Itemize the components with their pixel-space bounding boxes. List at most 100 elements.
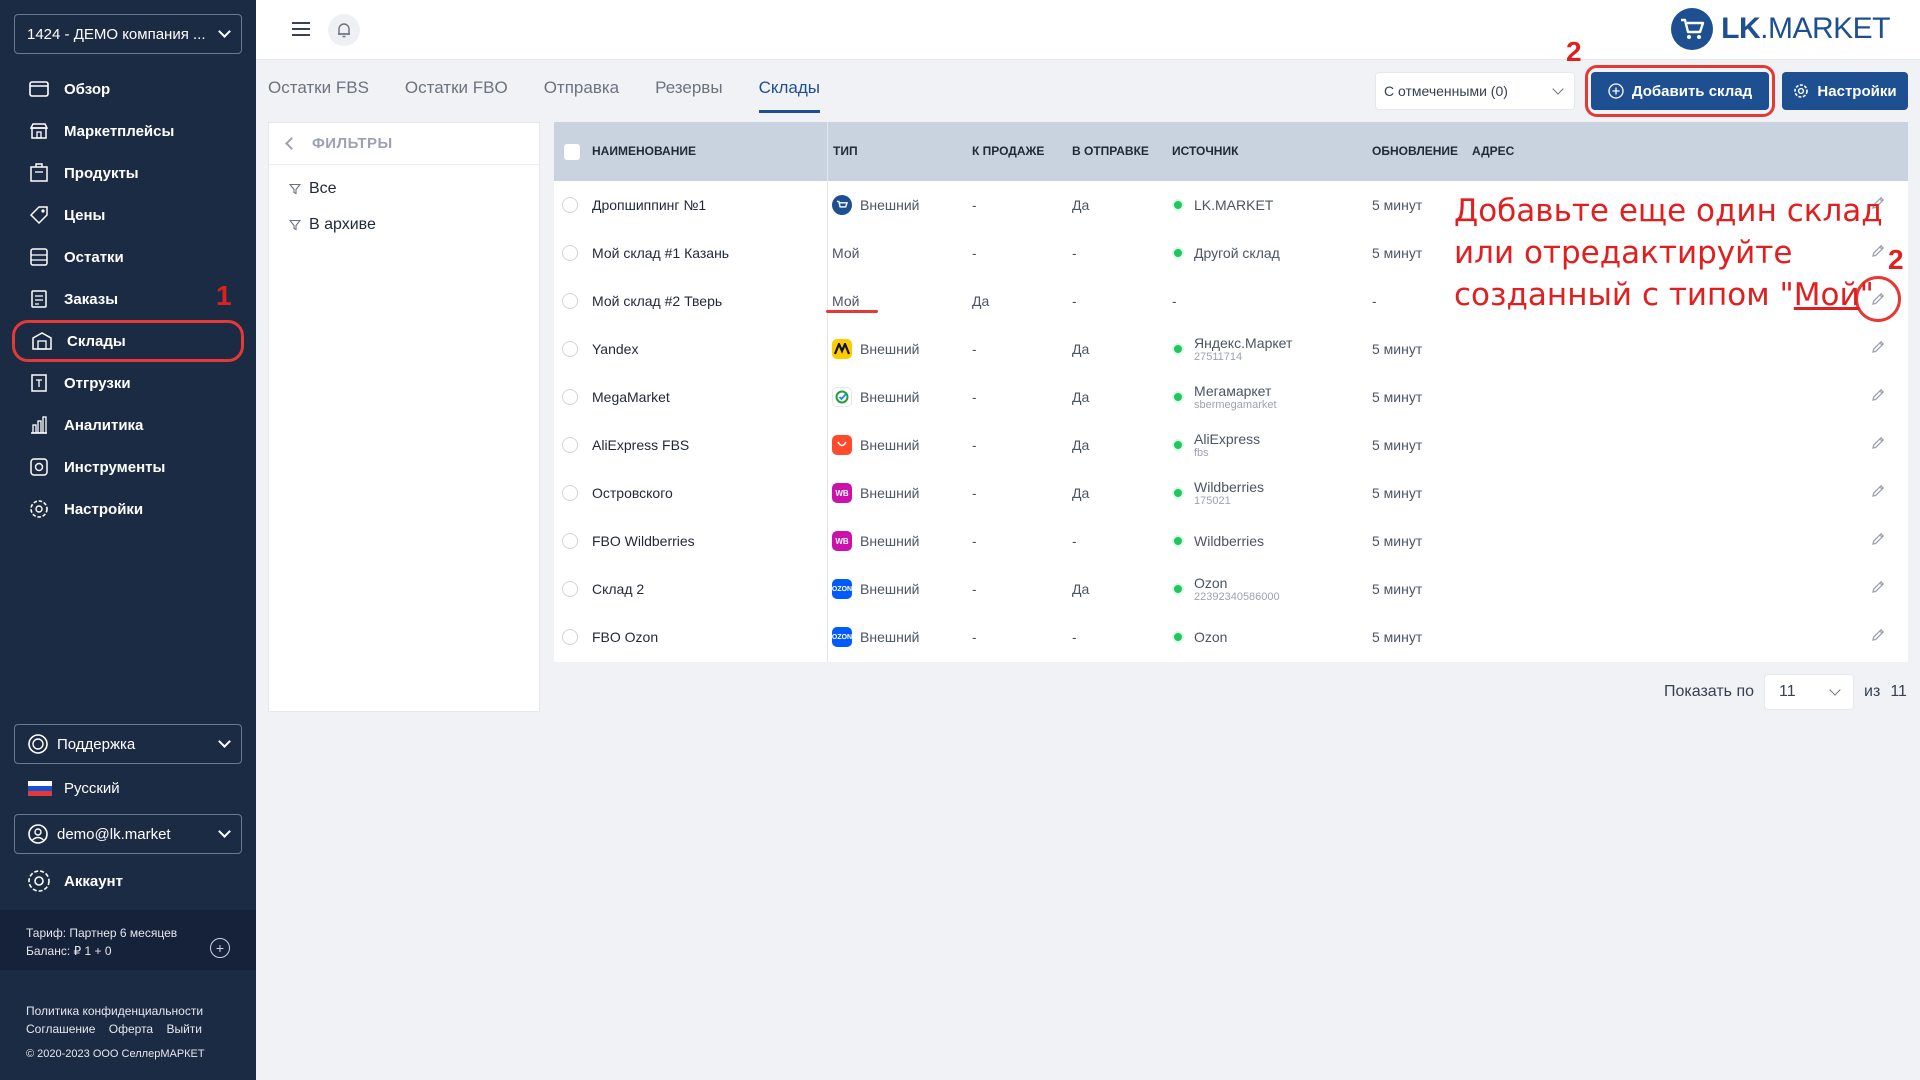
sidebar-item-overview[interactable]: Обзор	[12, 68, 244, 110]
update-interval: 5 минут	[1372, 437, 1423, 453]
row-checkbox[interactable]	[562, 533, 578, 549]
header-address[interactable]: АДРЕС	[1472, 144, 1514, 158]
plus-icon[interactable]: +	[210, 938, 230, 958]
edit-pencil-icon[interactable]	[1870, 339, 1886, 355]
row-checkbox[interactable]	[562, 197, 578, 213]
header-for-sale[interactable]: К ПРОДАЖЕ	[972, 144, 1044, 158]
row-checkbox[interactable]	[562, 437, 578, 453]
row-checkbox[interactable]	[562, 341, 578, 357]
sidebar-item-prices[interactable]: Цены	[12, 194, 244, 236]
status-dot-icon	[1172, 631, 1184, 643]
select-all-checkbox[interactable]	[564, 144, 580, 160]
offer-link[interactable]: Оферта	[109, 1022, 153, 1036]
annotation-line-3-suffix: "	[1859, 277, 1874, 313]
sidebar-item-warehouse[interactable]: Склады	[12, 320, 244, 362]
table-row[interactable]: AliExpress FBS Внешний - Да AliExpress fbs 5 м…	[554, 421, 1908, 469]
per-page-select[interactable]: 11	[1764, 674, 1855, 710]
row-checkbox[interactable]	[562, 389, 578, 405]
header-type[interactable]: ТИП	[833, 144, 858, 158]
logout-link[interactable]: Выйти	[166, 1022, 202, 1036]
overview-icon	[26, 77, 52, 101]
edit-pencil-icon[interactable]	[1870, 531, 1886, 547]
tab-0[interactable]: Остатки FBS	[268, 78, 369, 113]
edit-pencil-icon[interactable]	[1870, 435, 1886, 451]
show-per-page-label: Показать по	[1664, 683, 1755, 700]
warehouse-name[interactable]: Yandex	[592, 341, 638, 357]
sidebar-item-orders[interactable]: Заказы	[12, 278, 244, 320]
header-name[interactable]: НАИМЕНОВАНИЕ	[592, 144, 696, 158]
header-update[interactable]: ОБНОВЛЕНИЕ	[1372, 144, 1458, 158]
filter-all[interactable]: Все	[269, 171, 539, 207]
warehouse-name[interactable]: AliExpress FBS	[592, 437, 689, 453]
warehouse-name[interactable]: Дропшиппинг №1	[592, 197, 706, 213]
sidebar-item-label: Заказы	[64, 290, 119, 308]
table-row[interactable]: FBO Wildberries WB Внешний - - Wildberries 5 м…	[554, 517, 1908, 565]
sidebar-item-label: Инструменты	[64, 458, 166, 476]
source-name: AliExpress	[1194, 431, 1261, 447]
balance-text: Баланс: ₽ 1 + 0	[26, 944, 112, 958]
edit-pencil-icon[interactable]	[1870, 579, 1886, 595]
edit-pencil-icon[interactable]	[1870, 387, 1886, 403]
tab-2[interactable]: Отправка	[544, 78, 619, 113]
in-shipment-value: -	[1072, 629, 1077, 645]
table-row[interactable]: Островского WB Внешний - Да Wildberries 175021…	[554, 469, 1908, 517]
annotation-line-2: или отредактируйте	[1454, 235, 1793, 271]
sidebar-item-products[interactable]: Продукты	[12, 152, 244, 194]
tab-1[interactable]: Остатки FBO	[405, 78, 508, 113]
user-icon	[27, 823, 49, 845]
edit-pencil-icon[interactable]	[1870, 483, 1886, 499]
warehouse-name[interactable]: Склад 2	[592, 581, 644, 597]
warehouse-type: Внешний	[860, 389, 920, 405]
orders-icon	[26, 287, 52, 311]
table-row[interactable]: Склад 2 OZON Внешний - Да Ozon 22392340586000 5…	[554, 565, 1908, 613]
chevron-down-icon	[218, 735, 231, 748]
warehouse-name[interactable]: Островского	[592, 485, 673, 501]
sidebar-item-analytics[interactable]: Аналитика	[12, 404, 244, 446]
chevron-left-icon[interactable]	[285, 137, 298, 150]
row-checkbox[interactable]	[562, 485, 578, 501]
row-checkbox[interactable]	[562, 245, 578, 261]
agreement-link[interactable]: Соглашение	[26, 1022, 95, 1036]
filter-archive[interactable]: В архиве	[269, 207, 539, 243]
row-checkbox[interactable]	[562, 581, 578, 597]
table-row[interactable]: Yandex Внешний - Да Яндекс.Маркет 27511714 5 м…	[554, 325, 1908, 373]
bell-icon[interactable]	[328, 14, 360, 46]
bulk-action-select[interactable]: С отмеченными (0)	[1375, 72, 1575, 110]
sidebar-item-tools[interactable]: Инструменты	[12, 446, 244, 488]
update-interval: 5 минут	[1372, 629, 1423, 645]
tab-3[interactable]: Резервы	[655, 78, 722, 113]
warehouse-name[interactable]: Мой склад #2 Тверь	[592, 293, 722, 309]
support-select[interactable]: Поддержка	[14, 724, 242, 764]
add-warehouse-button[interactable]: Добавить склад	[1591, 72, 1769, 110]
warehouse-name[interactable]: MegaMarket	[592, 389, 670, 405]
for-sale-value: -	[972, 437, 977, 453]
company-select[interactable]: 1424 - ДЕМО компания ...	[14, 14, 242, 54]
tab-4[interactable]: Склады	[758, 78, 820, 113]
row-checkbox[interactable]	[562, 629, 578, 645]
language-switch[interactable]: Русский	[28, 780, 120, 797]
table-row[interactable]: FBO Ozon OZON Внешний - - Ozon 5 минут	[554, 613, 1908, 661]
sidebar-item-label: Аналитика	[64, 416, 144, 434]
table-row[interactable]: MegaMarket Внешний - Да Мегамаркет sbermegama…	[554, 373, 1908, 421]
row-checkbox[interactable]	[562, 293, 578, 309]
lk-market-logo[interactable]: LK.MARKET	[1671, 8, 1890, 50]
sidebar-item-shipments[interactable]: Отгрузки	[12, 362, 244, 404]
user-select[interactable]: demo@lk.market	[14, 814, 242, 854]
settings-button[interactable]: Настройки	[1782, 72, 1908, 110]
warehouse-name[interactable]: FBO Wildberries	[592, 533, 695, 549]
per-page-value: 11	[1779, 683, 1796, 700]
warehouse-name[interactable]: FBO Ozon	[592, 629, 658, 645]
account-link[interactable]: Аккаунт	[26, 868, 123, 894]
header-in-shipment[interactable]: В ОТПРАВКЕ	[1072, 144, 1149, 158]
hamburger-menu-icon[interactable]	[292, 22, 310, 36]
privacy-link[interactable]: Политика конфиденциальности	[26, 1002, 212, 1020]
sidebar-item-marketplaces[interactable]: Маркетплейсы	[12, 110, 244, 152]
filters-header[interactable]: ФИЛЬТРЫ	[269, 123, 539, 165]
status-dot-icon	[1172, 535, 1184, 547]
sidebar-item-settings[interactable]: Настройки	[12, 488, 244, 530]
in-shipment-value: Да	[1072, 197, 1090, 213]
warehouse-name[interactable]: Мой склад #1 Казань	[592, 245, 729, 261]
header-source[interactable]: ИСТОЧНИК	[1172, 144, 1238, 158]
sidebar-item-stock[interactable]: Остатки	[12, 236, 244, 278]
edit-pencil-icon[interactable]	[1870, 627, 1886, 643]
